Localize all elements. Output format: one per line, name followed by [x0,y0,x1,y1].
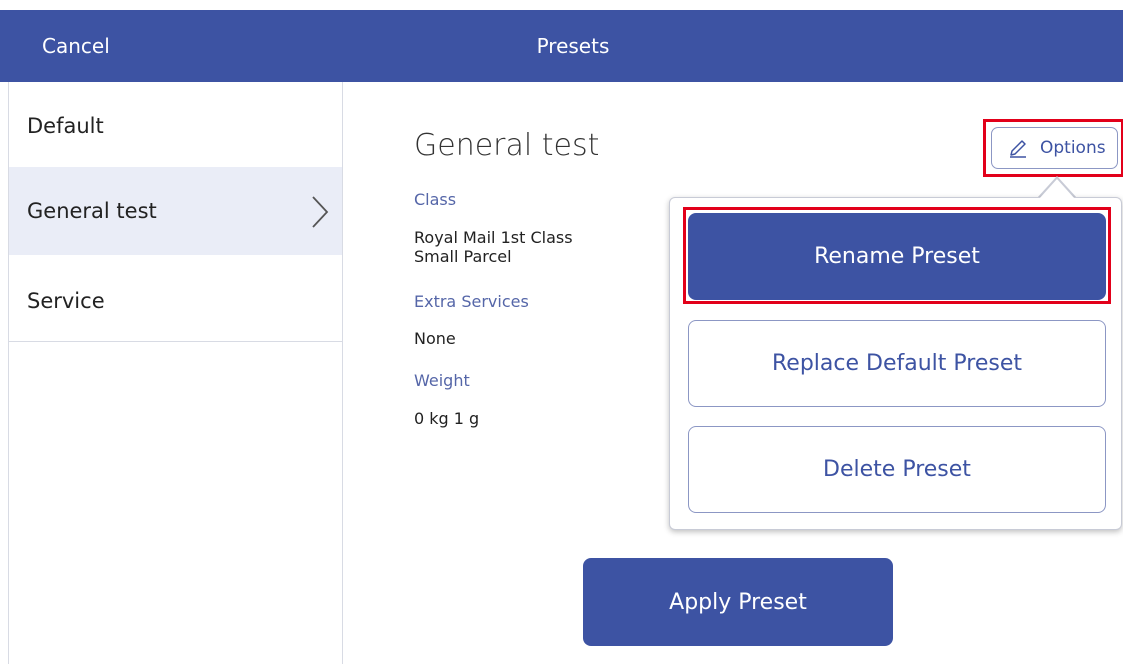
extra-services-label: Extra Services [414,292,529,311]
rename-preset-button[interactable]: Rename Preset [688,213,1106,300]
apply-preset-button[interactable]: Apply Preset [583,558,893,646]
sidebar-item-general-test[interactable]: General test [9,167,342,255]
class-value-line: Royal Mail 1st Class [414,228,573,247]
class-value: Royal Mail 1st Class Small Parcel [414,228,573,266]
preset-title: General test [414,128,600,163]
pencil-icon [1010,140,1026,158]
sidebar-divider [9,341,342,342]
sidebar-item-label: Default [27,114,104,138]
sidebar-item-label: Service [27,289,105,313]
page-title: Presets [536,34,610,58]
options-button[interactable]: Options [991,127,1118,169]
weight-value: 0 kg 1 g [414,409,480,428]
sidebar-item-service[interactable]: Service [9,255,342,343]
popover-arrow-fill [1039,179,1075,199]
top-bar: Cancel Presets [0,10,1123,82]
presets-sidebar: Default General test Service [8,82,343,664]
weight-label: Weight [414,371,470,390]
sidebar-item-default[interactable]: Default [9,82,342,170]
chevron-right-icon [312,196,329,228]
class-label: Class [414,190,457,209]
replace-default-preset-button[interactable]: Replace Default Preset [688,320,1106,407]
sidebar-item-label: General test [27,199,157,223]
delete-preset-button[interactable]: Delete Preset [688,426,1106,513]
class-value-line: Small Parcel [414,247,512,266]
options-label: Options [1040,138,1106,158]
extra-services-value: None [414,329,456,348]
